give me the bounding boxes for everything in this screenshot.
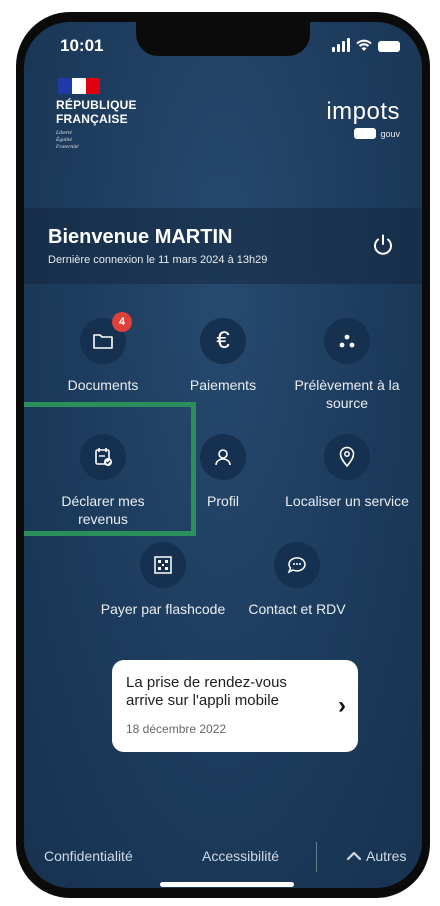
footer-link-accessibilite[interactable]: Accessibilité bbox=[202, 848, 279, 864]
tile-paiements[interactable]: € Paiements bbox=[158, 318, 288, 394]
banner-date: 18 décembre 2022 bbox=[126, 722, 227, 736]
rf-motto: Liberté Égalité Fraternité bbox=[56, 130, 79, 151]
battery-icon bbox=[378, 41, 400, 52]
phone-frame: 10:01 RÉPUBLIQUE FRANÇAISE Liberté Égali… bbox=[16, 12, 430, 898]
rf-line1: RÉPUBLIQUE bbox=[56, 98, 137, 112]
tile-prelevement-circle bbox=[324, 318, 370, 364]
status-icons bbox=[332, 36, 400, 52]
banner-title: La prise de rendez-vous arrive sur l'app… bbox=[126, 674, 287, 709]
impots-gouv-text: gouv bbox=[380, 128, 400, 139]
chevron-up-icon bbox=[346, 851, 362, 861]
tile-paiements-label: Paiements bbox=[189, 377, 257, 393]
last-login-text: Dernière connexion le 11 mars 2024 à 13h… bbox=[48, 254, 268, 266]
tile-flashcode[interactable]: Payer par flashcode bbox=[98, 542, 228, 618]
motto-egalite: Égalité bbox=[56, 137, 72, 143]
tile-contact-label: Contact et RDV bbox=[248, 601, 346, 617]
news-banner-card[interactable]: La prise de rendez-vous arrive sur l'app… bbox=[112, 660, 358, 752]
tile-flashcode-circle bbox=[140, 542, 186, 588]
tile-contact[interactable]: Contact et RDV bbox=[232, 542, 362, 618]
rf-line2: FRANÇAISE bbox=[56, 112, 128, 126]
marianne-flag-logo bbox=[58, 78, 100, 94]
tile-contact-circle bbox=[274, 542, 320, 588]
signal-icon bbox=[332, 38, 350, 52]
footer-link-confidentialite[interactable]: Confidentialité bbox=[44, 848, 133, 864]
motto-liberte: Liberté bbox=[56, 130, 72, 136]
chat-icon bbox=[287, 557, 306, 574]
impots-word: impots bbox=[326, 98, 400, 125]
footer-divider bbox=[316, 842, 317, 872]
welcome-title: Bienvenue MARTIN bbox=[48, 226, 233, 248]
notch bbox=[136, 22, 310, 56]
tile-profil-circle bbox=[200, 434, 246, 480]
user-icon bbox=[215, 449, 231, 466]
tile-prelevement-label: Prélèvement à la source bbox=[294, 377, 400, 411]
tile-documents-label: Documents bbox=[67, 377, 139, 393]
impots-sub: gouv bbox=[326, 128, 400, 139]
tile-prelevement[interactable]: Prélèvement à la source bbox=[282, 318, 412, 412]
euro-icon: € bbox=[216, 327, 230, 354]
tile-localiser-label: Localiser un service bbox=[285, 493, 409, 509]
tile-localiser-circle bbox=[324, 434, 370, 480]
home-indicator[interactable] bbox=[160, 882, 294, 887]
impots-gouv-logo: impots gouv bbox=[326, 98, 400, 139]
chevron-right-icon: › bbox=[338, 692, 346, 719]
republique-francaise-logo: RÉPUBLIQUE FRANÇAISE bbox=[56, 98, 137, 126]
qr-code-icon bbox=[154, 556, 172, 574]
app-screen: 10:01 RÉPUBLIQUE FRANÇAISE Liberté Égali… bbox=[24, 22, 422, 888]
tile-flashcode-label: Payer par flashcode bbox=[100, 601, 226, 617]
folder-icon bbox=[93, 334, 113, 349]
documents-badge: 4 bbox=[112, 312, 132, 332]
location-pin-icon bbox=[339, 446, 355, 468]
tile-documents-circle: 4 bbox=[80, 312, 132, 364]
tile-localiser[interactable]: Localiser un service bbox=[282, 434, 412, 510]
wifi-icon bbox=[356, 39, 372, 51]
footer-button-autres[interactable]: Autres bbox=[346, 848, 406, 864]
tile-documents[interactable]: 4 Documents bbox=[38, 312, 168, 394]
highlight-frame bbox=[24, 402, 196, 536]
status-time: 10:01 bbox=[60, 36, 104, 55]
footer-bar: Confidentialité Accessibilité Autres bbox=[24, 842, 422, 876]
footer-autres-label: Autres bbox=[366, 848, 407, 864]
impots-mark-icon bbox=[354, 128, 377, 139]
tile-paiements-circle: € bbox=[200, 318, 246, 364]
three-dots-icon bbox=[339, 334, 355, 348]
motto-fraternite: Fraternité bbox=[56, 144, 79, 150]
power-icon[interactable] bbox=[370, 232, 396, 258]
welcome-bar: Bienvenue MARTIN Dernière connexion le 1… bbox=[24, 208, 422, 284]
